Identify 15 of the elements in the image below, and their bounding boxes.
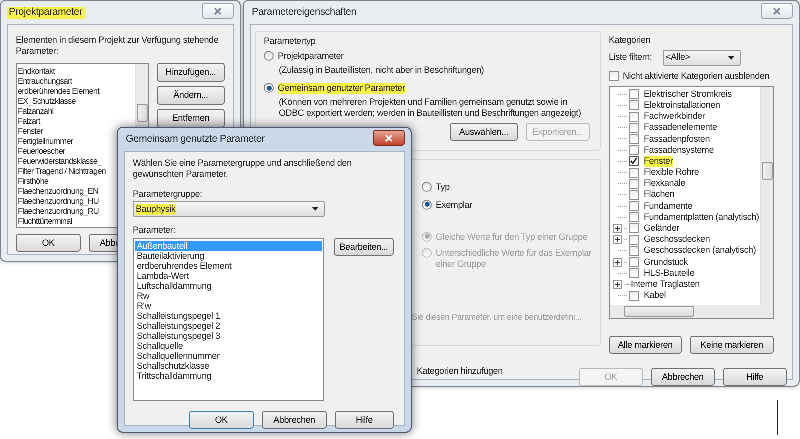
window-title: Parametereigenschaften	[251, 6, 358, 18]
field-label: Parameter:	[133, 225, 177, 236]
description-text: Elementen in diesem Projekt zur Verfügung stehende Parameter:	[16, 35, 220, 57]
checkbox-label: Kategorien hinzufügen	[417, 366, 503, 377]
instruction-text: Wählen Sie eine Parametergruppe und anschließend den gewünschten Parameter.	[133, 158, 353, 180]
field-label: Parametergruppe:	[133, 188, 204, 200]
option-note: (Können von mehreren Projekten und Familien gemeinsam genutzt sowie in ODBC exportiert werden; werden in Bauteillisten und Beschriftungen angezeigt)	[278, 97, 582, 119]
section-title: Kategorien	[609, 35, 652, 46]
option-note: (Zulässig in Bauteillisten, nicht aber in Beschriftungen)	[278, 64, 486, 76]
hint-text: Sie diesen Parameter, um eine benutzerdefini...	[412, 312, 583, 322]
group-title: Parametertyp	[264, 36, 317, 47]
window-title: Gemeinsam genutzte Parameter	[125, 134, 266, 146]
dropdown-value: Bauphysik	[136, 204, 176, 215]
window-title: Projektparameter	[7, 6, 84, 18]
filter-label: Liste filtern:	[609, 52, 654, 64]
